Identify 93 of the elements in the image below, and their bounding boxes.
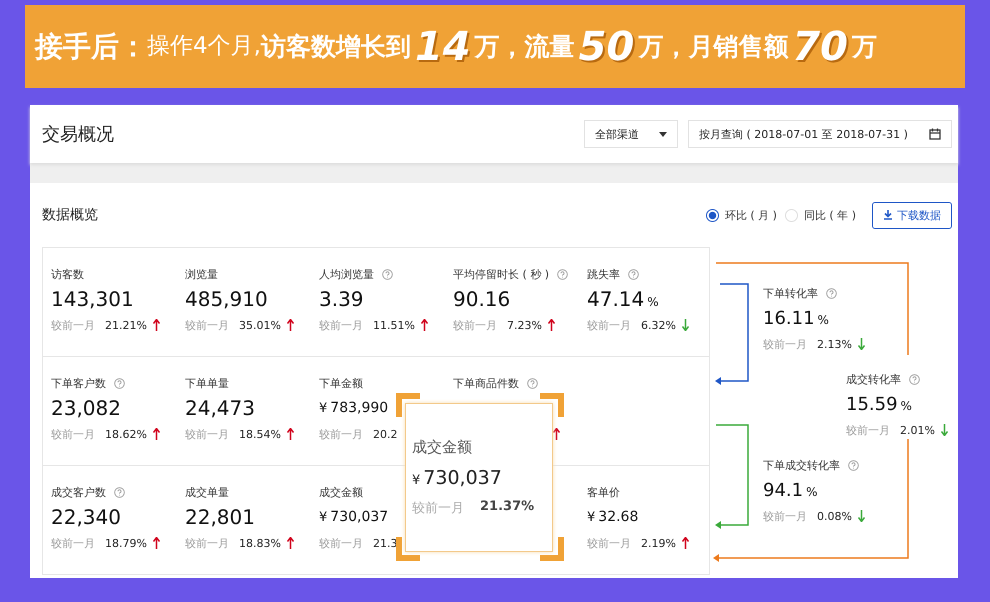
- metric-value: 22,801: [185, 505, 255, 529]
- banner-number: 14: [414, 26, 471, 66]
- metric-value: 90.16: [453, 287, 510, 311]
- metric-label: 下单金额: [319, 376, 363, 390]
- metric-label: 成交单量: [185, 484, 229, 500]
- compare-label: 较前一月: [587, 318, 631, 332]
- compare-label: 较前一月: [185, 536, 229, 550]
- metric-label: 成交客户数: [51, 484, 106, 500]
- banner-text: 万: [852, 34, 877, 59]
- change-value: 21.37%: [480, 499, 534, 516]
- download-button[interactable]: 下载数据: [872, 202, 952, 228]
- compare-radio[interactable]: 环比 ( 月 ): [706, 208, 777, 222]
- help-icon[interactable]: [826, 288, 837, 298]
- banner-text: 访客数增长到: [260, 34, 411, 59]
- help-icon[interactable]: [527, 378, 538, 388]
- banner-number: 50: [578, 26, 634, 66]
- metric-label: 平均停留时长 ( 秒 ): [453, 266, 550, 282]
- tooltip-label: 成交金额: [412, 438, 473, 457]
- change-value: 21.21%: [105, 318, 147, 332]
- change-value: 2.19%: [641, 536, 676, 550]
- download-icon: [883, 210, 893, 220]
- metric-value: 16.11 %: [763, 308, 829, 328]
- compare-label: 较前一月: [453, 318, 497, 332]
- metric-label: 下单客户数: [51, 376, 106, 390]
- metric-value: 94.1 %: [763, 480, 818, 500]
- metric-value: 47.14%: [587, 287, 659, 311]
- banner-text: 万，月销售额: [638, 34, 788, 59]
- compare-label: 较前一月: [319, 426, 363, 442]
- metric-label: 成交金额: [319, 484, 363, 500]
- change-value: 6.32%: [641, 318, 676, 332]
- change-value: 18.79%: [105, 536, 147, 550]
- compare-label: 较前一月: [587, 536, 631, 550]
- page-title: 交易概况: [42, 123, 114, 146]
- change-value: 35.01%: [239, 318, 281, 332]
- change-value: 2.01%: [900, 424, 935, 436]
- change-value: 20.2: [373, 428, 398, 440]
- date-picker[interactable]: 按月查询 ( 2018-07-01 至 2018-07-31 ): [688, 120, 952, 148]
- metric-label: 下单单量: [185, 376, 229, 390]
- change-value: 21.3: [373, 536, 398, 550]
- metric-label: 访客数: [51, 266, 84, 282]
- metric-value: 485,910: [185, 287, 268, 311]
- compare-label: 较前一月: [185, 318, 229, 332]
- compare-label: 较前一月: [51, 536, 95, 550]
- compare-radio[interactable]: 同比 ( 年 ): [784, 208, 856, 222]
- compare-label: 较前一月: [51, 426, 95, 442]
- metric-value: 15.59 %: [846, 394, 912, 414]
- help-icon[interactable]: [114, 378, 125, 388]
- banner-heading: 接手后：: [35, 32, 147, 60]
- metric-label: 下单成交转化率: [763, 458, 840, 472]
- compare-label: 较前一月: [763, 336, 807, 352]
- help-icon[interactable]: [114, 486, 125, 498]
- change-value: 18.83%: [239, 536, 281, 550]
- banner-number: 70: [792, 26, 848, 66]
- help-icon[interactable]: [848, 460, 859, 470]
- change-value: 18.62%: [105, 428, 147, 440]
- compare-label: 较前一月: [51, 318, 95, 332]
- change-value: 0.08%: [817, 510, 852, 522]
- compare-label: 较前一月: [412, 500, 464, 517]
- change-value: 7.23%: [507, 318, 542, 332]
- help-icon[interactable]: [557, 268, 568, 280]
- banner-text: 操作4个月,: [147, 35, 261, 58]
- calendar-icon: [929, 128, 941, 140]
- compare-label: 较前一月: [319, 536, 363, 550]
- change-value: 18.54%: [239, 428, 281, 440]
- metric-value: ¥ 32.68: [587, 509, 638, 525]
- metric-value: ¥ 783,990: [319, 400, 388, 416]
- compare-label: 较前一月: [319, 318, 363, 332]
- metric-value: 23,082: [51, 396, 121, 420]
- compare-label: 较前一月: [763, 508, 807, 524]
- metric-value: 143,301: [51, 287, 134, 311]
- metric-value: 22,340: [51, 505, 121, 529]
- compare-label: 较前一月: [185, 426, 229, 442]
- metric-label: 客单价: [587, 484, 620, 500]
- metric-value: 24,473: [185, 396, 255, 420]
- metric-label: 下单商品件数: [453, 376, 519, 390]
- compare-label: 较前一月: [846, 422, 890, 438]
- metric-label: 跳失率: [587, 266, 620, 282]
- help-icon[interactable]: [628, 268, 639, 280]
- help-icon[interactable]: [382, 268, 393, 280]
- banner-text: 万，流量: [474, 34, 575, 59]
- metric-label: 浏览量: [185, 266, 218, 282]
- caret-icon: [659, 132, 667, 136]
- help-icon[interactable]: [909, 374, 920, 384]
- change-value: 11.51%: [373, 318, 415, 332]
- channel-select[interactable]: 全部渠道: [584, 120, 678, 148]
- metric-value: 3.39: [319, 287, 364, 311]
- tooltip-value: ¥730,037: [412, 467, 503, 489]
- metric-label: 下单转化率: [763, 286, 818, 300]
- metric-label: 人均浏览量: [319, 266, 374, 282]
- section-title: 数据概览: [42, 206, 98, 224]
- change-value: 2.13%: [817, 338, 852, 350]
- metric-label: 成交转化率: [846, 372, 901, 386]
- metric-value: ¥ 730,037: [319, 509, 388, 525]
